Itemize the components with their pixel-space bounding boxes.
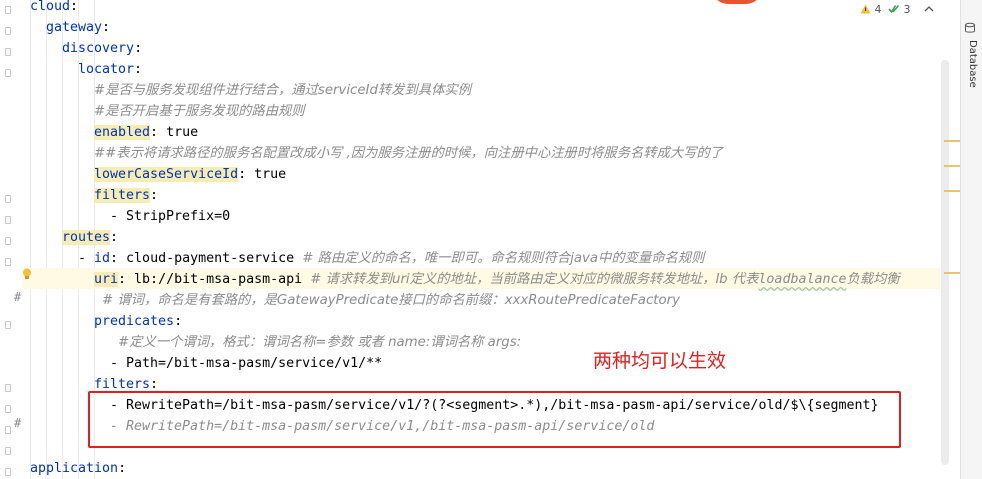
code-line: - id: cloud-payment-service # 路由定义的命名，唯一… — [78, 251, 705, 266]
yaml-key: filters — [94, 188, 151, 203]
weak-warning-count: 3 — [903, 3, 911, 16]
yaml-key: locator — [78, 62, 135, 77]
indent-guide — [46, 0, 47, 479]
yaml-list-item: - StripPrefix=0 — [110, 209, 231, 224]
yaml-key: routes — [62, 230, 111, 245]
fold-marker[interactable] — [5, 237, 11, 245]
yaml-value: true — [254, 167, 287, 182]
fold-marker[interactable] — [5, 27, 11, 35]
yaml-value: true — [166, 125, 199, 140]
fold-marker[interactable] — [5, 48, 11, 56]
code-line: routes: — [62, 230, 119, 245]
warning-count: 4 — [874, 3, 882, 16]
yaml-comment: #定义一个谓词，格式：谓词名称=参数 或者 name:谓词名称 args: — [118, 335, 522, 350]
fold-marker[interactable] — [5, 258, 11, 266]
fold-marker[interactable] — [5, 468, 11, 476]
yaml-dash: - — [78, 251, 95, 266]
fold-marker[interactable] — [5, 216, 11, 224]
warning-triangle-icon — [860, 4, 871, 14]
annotation-highlight-box — [88, 391, 901, 448]
yaml-key: lowerCaseServiceId — [94, 167, 239, 182]
yaml-comment: #是否开启基于服务发现的路由规则 — [94, 104, 305, 119]
yaml-key: application — [30, 461, 119, 476]
fold-marker[interactable] — [5, 405, 11, 413]
code-line: - Path=/bit-msa-pasm/service/v1/** — [110, 353, 382, 374]
code-line: predicates: — [94, 314, 183, 329]
yaml-key: filters — [94, 377, 151, 392]
yaml-comment: # 谓词，命名是有套路的，是GatewayPredicate接口的命名前缀：xx… — [102, 293, 680, 308]
database-tool-tab[interactable]: Database — [962, 40, 978, 88]
yaml-key: uri — [94, 272, 119, 287]
yaml-key: gateway — [46, 20, 103, 35]
code-line: ##表示将请求路径的服务名配置改成小写 ,因为服务注册的时候，向注册中心注册时将… — [94, 143, 723, 164]
lightbulb-icon[interactable] — [22, 268, 32, 280]
yaml-comment: ##表示将请求路径的服务名配置改成小写 ,因为服务注册的时候，向注册中心注册时将… — [94, 146, 724, 161]
fold-marker[interactable] — [5, 447, 11, 455]
vertical-scrollbar[interactable] — [941, 60, 949, 465]
code-line: #是否开启基于服务发现的路由规则 — [94, 101, 305, 122]
yaml-comment: # 路由定义的命名，唯一即可。命名规则符合java中的变量命名规则 — [302, 251, 705, 266]
fold-marker[interactable] — [5, 69, 11, 77]
chevron-up-icon[interactable] — [924, 5, 934, 13]
code-line: enabled: true — [94, 125, 199, 140]
annotation-text: 两种均可以生效 — [593, 350, 727, 372]
comment-gutter-mark: # — [14, 416, 22, 430]
yaml-value: lb://bit-msa-pasm-api — [134, 272, 303, 287]
yaml-key: id — [94, 251, 111, 266]
fold-marker[interactable] — [5, 426, 11, 434]
yaml-key: discovery — [62, 41, 135, 56]
code-line: # 谓词，命名是有套路的，是GatewayPredicate接口的命名前缀：xx… — [102, 290, 680, 311]
fold-marker[interactable] — [5, 384, 11, 392]
code-line: application: — [30, 461, 127, 476]
database-icon[interactable] — [964, 22, 976, 34]
double-check-icon — [888, 5, 900, 14]
code-line: cloud: — [30, 0, 79, 14]
yaml-comment: #是否与服务发现组件进行结合，通过serviceId转发到具体实例 — [94, 83, 471, 98]
comment-gutter-mark: # — [14, 290, 22, 304]
code-line: filters: — [94, 188, 159, 203]
fold-marker[interactable] — [5, 321, 11, 329]
code-line: gateway: — [46, 20, 111, 35]
indent-guide — [30, 0, 31, 479]
yaml-key: cloud — [30, 0, 71, 14]
code-line: uri: lb://bit-msa-pasm-api # 请求转发到uri定义的… — [94, 272, 900, 287]
code-line: discovery: — [62, 41, 143, 56]
yaml-key: predicates — [94, 314, 175, 329]
code-line: locator: — [78, 62, 143, 77]
yaml-value: cloud-payment-service — [126, 251, 295, 266]
code-line: #是否与服务发现组件进行结合，通过serviceId转发到具体实例 — [94, 80, 471, 101]
yaml-comment: loadbalance — [758, 272, 847, 287]
editor-gutter: # # — [0, 0, 22, 479]
yaml-list-item: - Path=/bit-msa-pasm/service/v1/** — [110, 356, 383, 371]
code-line: #定义一个谓词，格式：谓词名称=参数 或者 name:谓词名称 args: — [118, 332, 521, 353]
code-line: lowerCaseServiceId: true — [94, 167, 287, 182]
yaml-comment: # 请求转发到uri定义的地址，当前路由定义对应的微服务转发地址，lb 代表 — [310, 272, 759, 287]
yaml-key: enabled — [94, 125, 151, 140]
yaml-comment: 负载均衡 — [846, 272, 900, 287]
fold-marker[interactable] — [5, 195, 11, 203]
fold-marker[interactable] — [5, 6, 11, 14]
code-line: - StripPrefix=0 — [110, 206, 230, 227]
